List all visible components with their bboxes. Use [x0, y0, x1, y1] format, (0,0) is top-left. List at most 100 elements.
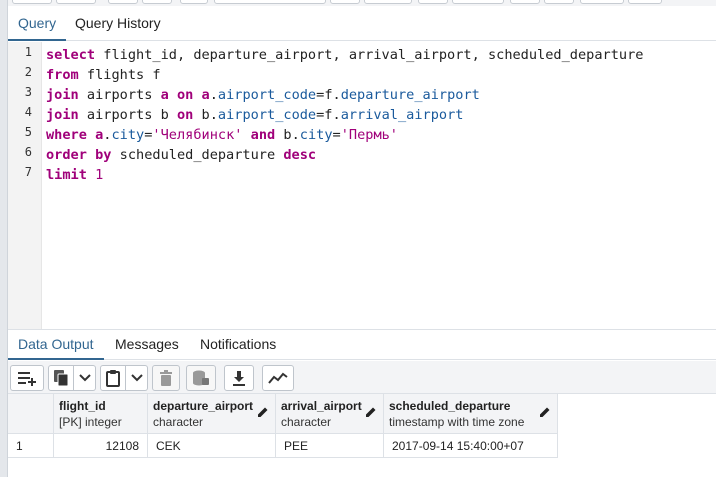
- toolbar-button[interactable]: [108, 0, 138, 4]
- code-token: city: [299, 127, 333, 143]
- code-token: join: [46, 87, 79, 103]
- line-number: 6: [24, 145, 32, 159]
- delete-button[interactable]: [152, 365, 180, 391]
- code-token: a: [201, 87, 210, 103]
- cell-scheduled-departure[interactable]: 2017-09-14 15:40:00+07: [384, 434, 558, 458]
- result-grid: flight_id [PK] integer departure_airport…: [8, 394, 716, 477]
- code-token: limit: [46, 167, 87, 183]
- column-name: scheduled_departure: [389, 399, 511, 413]
- code-token: scheduled_departure: [111, 147, 284, 163]
- save-data-icon: [193, 370, 209, 386]
- output-toolbar: [8, 361, 716, 394]
- toolbar-button[interactable]: [364, 0, 412, 4]
- toolbar-button[interactable]: [12, 0, 52, 4]
- code-token: and: [250, 127, 276, 143]
- code-token: 'Челябинск': [152, 127, 243, 143]
- row-number[interactable]: 1: [8, 434, 54, 458]
- code-token: .: [209, 87, 218, 103]
- edit-pencil-icon[interactable]: [365, 406, 377, 418]
- code-line: limit 1: [46, 165, 103, 185]
- code-token: departure_airport: [340, 87, 480, 103]
- column-type: timestamp with time zone: [389, 415, 525, 429]
- copy-button[interactable]: [48, 365, 74, 391]
- toolbar-button[interactable]: [510, 0, 540, 4]
- line-number: 2: [24, 65, 32, 79]
- chevron-down-icon: [130, 374, 143, 382]
- code-token: 1: [95, 167, 104, 183]
- download-button[interactable]: [224, 365, 254, 391]
- toolbar-button[interactable]: [180, 0, 208, 4]
- code-token: airports: [78, 87, 161, 103]
- cell-departure-airport[interactable]: CEK: [148, 434, 276, 458]
- code-token: 'Пермь': [340, 127, 398, 143]
- code-token: flight_id, departure_airport, arrival_ai…: [95, 47, 644, 63]
- edit-pencil-icon[interactable]: [539, 406, 551, 418]
- code-token: .: [332, 87, 341, 103]
- toolbar-button[interactable]: [544, 0, 574, 4]
- column-header-scheduled-departure[interactable]: scheduled_departure timestamp with time …: [384, 394, 558, 434]
- toolbar-button[interactable]: [142, 0, 172, 4]
- code-token: flights f: [78, 67, 161, 83]
- graph-visualiser-button[interactable]: [262, 365, 294, 391]
- chevron-down-icon: [78, 374, 91, 382]
- toolbar-button[interactable]: [214, 0, 326, 4]
- edit-pencil-icon[interactable]: [257, 406, 269, 418]
- add-row-button[interactable]: [10, 365, 44, 391]
- line-number-gutter: 1 2 3 4 5 6 7: [8, 42, 42, 329]
- code-token: b.: [193, 107, 218, 123]
- code-token: where: [46, 127, 87, 143]
- tab-query-history[interactable]: Query History: [65, 8, 171, 41]
- tab-messages[interactable]: Messages: [105, 330, 189, 360]
- column-header-departure-airport[interactable]: departure_airport character: [148, 394, 276, 434]
- code-line: join airports a on a.airport_code=f.depa…: [46, 85, 480, 105]
- column-name: flight_id: [59, 399, 106, 413]
- code-line: where a.city='Челябинск' and b.city='Пер…: [46, 125, 398, 145]
- toolbar-button[interactable]: [418, 0, 448, 4]
- code-line: from flights f: [46, 65, 161, 85]
- graph-visualiser-icon: [268, 372, 288, 384]
- row-number-header: [8, 394, 54, 434]
- query-tabs: Query Query History: [8, 8, 716, 41]
- code-line: order by scheduled_departure desc: [46, 145, 316, 165]
- tab-query[interactable]: Query: [8, 8, 67, 41]
- copy-icon: [54, 370, 69, 387]
- save-data-button[interactable]: [186, 365, 216, 391]
- add-row-icon: [18, 372, 36, 386]
- column-name: departure_airport: [153, 399, 254, 413]
- code-token: =: [332, 127, 341, 143]
- code-token: on: [176, 87, 194, 103]
- cell-flight-id[interactable]: 12108: [54, 434, 148, 458]
- paste-dropdown-button[interactable]: [126, 365, 148, 391]
- toolbar-button[interactable]: [580, 0, 624, 4]
- sql-editor[interactable]: 1 2 3 4 5 6 7 select flight_id, departur…: [8, 42, 716, 329]
- tab-notifications[interactable]: Notifications: [190, 330, 286, 360]
- line-number: 5: [24, 125, 32, 139]
- cell-arrival-airport[interactable]: PEE: [276, 434, 384, 458]
- code-line: select flight_id, departure_airport, arr…: [46, 45, 643, 65]
- line-number: 3: [24, 85, 32, 99]
- code-token: select: [46, 47, 96, 63]
- column-header-arrival-airport[interactable]: arrival_airport character: [276, 394, 384, 434]
- code-token: a: [160, 87, 169, 103]
- code-line: join airports b on b.airport_code=f.arri…: [46, 105, 463, 125]
- toolbar-button[interactable]: [628, 0, 662, 4]
- toolbar-button[interactable]: [330, 0, 360, 4]
- tab-data-output[interactable]: Data Output: [8, 330, 104, 360]
- output-tabs: Data Output Messages Notifications: [8, 329, 716, 360]
- column-header-flight-id[interactable]: flight_id [PK] integer: [54, 394, 148, 434]
- code-token: airport_code: [217, 87, 317, 103]
- column-name: arrival_airport: [281, 399, 362, 413]
- code-token: b.: [275, 127, 300, 143]
- toolbar-button[interactable]: [56, 0, 96, 4]
- copy-dropdown-button[interactable]: [74, 365, 96, 391]
- query-toolbar: [8, 0, 716, 6]
- paste-button[interactable]: [100, 365, 126, 391]
- code-token: airport_code: [217, 107, 317, 123]
- toolbar-button[interactable]: [452, 0, 504, 4]
- line-number: 1: [24, 45, 32, 59]
